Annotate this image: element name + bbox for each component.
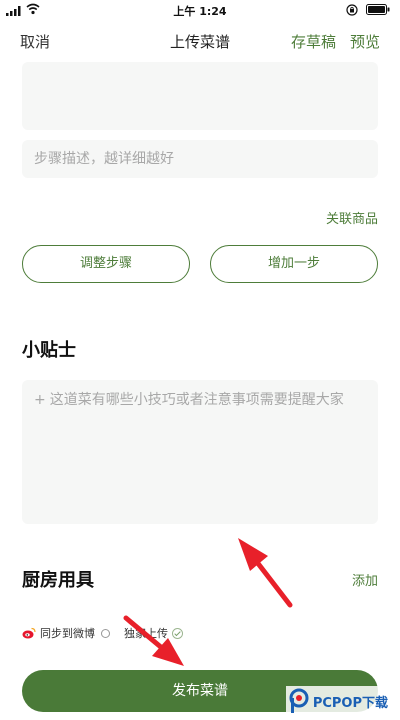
adjust-steps-button[interactable]: 调整步骤	[22, 245, 190, 283]
add-step-button[interactable]: 增加一步	[210, 245, 378, 283]
weibo-icon	[22, 627, 36, 639]
battery-icon	[366, 4, 390, 15]
page-title: 上传菜谱	[169, 33, 230, 51]
watermark: PCPOP下载	[285, 686, 392, 716]
plus-icon: +	[34, 392, 46, 408]
tips-placeholder: 这道菜有哪些小技巧或者注意事项需要提醒大家	[49, 392, 344, 408]
cancel-button[interactable]: 取消	[20, 31, 50, 52]
watermark-text: PCPOP下载	[312, 695, 388, 711]
sync-weibo-option[interactable]: 同步到微博	[22, 624, 110, 642]
tips-heading: 小贴士	[22, 340, 76, 361]
pcpop-logo-icon	[289, 688, 309, 713]
add-kitchenware-button[interactable]: 添加	[352, 570, 378, 589]
link-goods-button[interactable]: 关联商品	[326, 208, 378, 227]
step-image-upload[interactable]	[22, 62, 378, 130]
sync-weibo-radio[interactable]	[101, 628, 110, 638]
status-time: 上午 1:24	[173, 5, 227, 18]
kitchenware-heading: 厨房用具	[22, 570, 94, 591]
preview-button[interactable]: 预览	[350, 31, 380, 52]
exclusive-upload-check-icon[interactable]	[172, 627, 183, 639]
sync-weibo-label: 同步到微博	[40, 627, 95, 640]
status-bar: 上午 1:24	[0, 0, 400, 22]
arrow-to-tips	[238, 538, 293, 608]
step-description-input[interactable]: 步骤描述，越详细越好	[22, 140, 378, 178]
tips-input[interactable]: + 这道菜有哪些小技巧或者注意事项需要提醒大家	[22, 380, 378, 524]
orientation-lock-icon	[346, 4, 358, 16]
exclusive-upload-label: 独家上传	[124, 627, 168, 640]
exclusive-upload-option[interactable]: 独家上传	[124, 624, 183, 642]
save-draft-button[interactable]: 存草稿	[291, 31, 336, 52]
